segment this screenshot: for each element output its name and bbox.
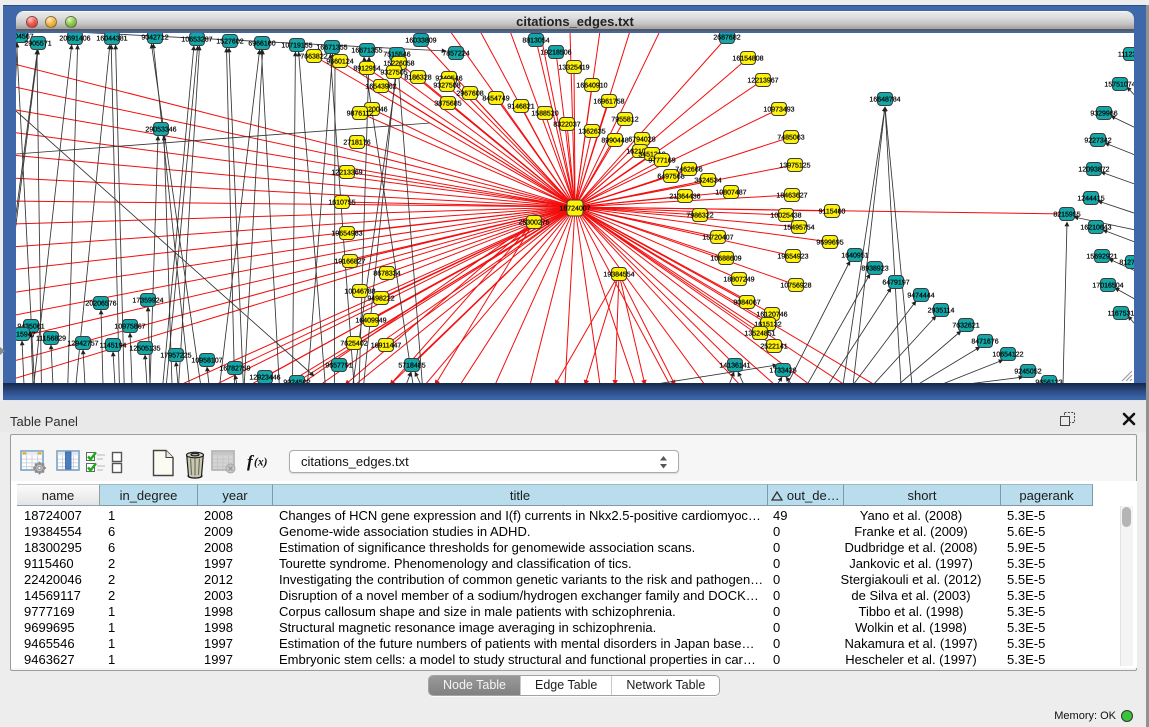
- svg-text:(x): (x): [254, 457, 268, 469]
- svg-text:f: f: [247, 452, 255, 471]
